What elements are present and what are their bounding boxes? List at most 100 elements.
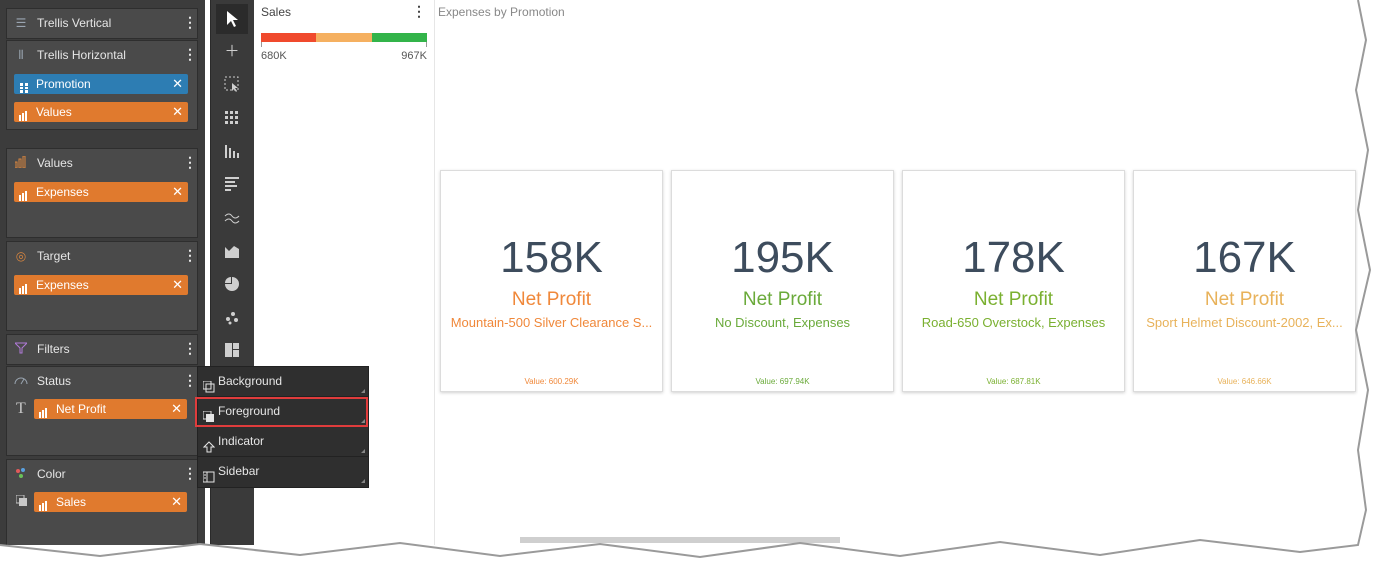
sidebar-icon bbox=[202, 465, 215, 483]
gauge-icon bbox=[14, 374, 28, 388]
kpi-card[interactable]: 158K Net Profit Mountain-500 Silver Clea… bbox=[440, 170, 663, 392]
line-chart-icon[interactable] bbox=[222, 210, 242, 230]
more-icon[interactable]: ⋮ bbox=[183, 153, 197, 171]
menu-item-label: Indicator bbox=[218, 434, 265, 448]
kpi-value: 178K bbox=[962, 233, 1065, 282]
values-zone[interactable]: Values ⋮ Expenses ✕ bbox=[6, 148, 198, 238]
measure-icon bbox=[39, 497, 49, 511]
status-style-menu: Background Foreground Indicator Sidebar bbox=[195, 366, 369, 488]
remove-icon[interactable]: ✕ bbox=[171, 492, 182, 512]
range-tick bbox=[261, 42, 262, 47]
menu-item-background[interactable]: Background bbox=[198, 367, 368, 397]
trellis-horizontal-title: Trellis Horizontal bbox=[37, 48, 126, 62]
net-profit-pill[interactable]: Net Profit ✕ bbox=[34, 399, 187, 419]
pointer-icon[interactable] bbox=[216, 4, 248, 34]
menu-item-label: Foreground bbox=[218, 404, 281, 418]
column-chart-icon[interactable] bbox=[222, 143, 242, 163]
pill-label: Values bbox=[36, 105, 72, 119]
horizontal-scrollbar[interactable] bbox=[520, 537, 840, 543]
more-icon[interactable]: ⋮ bbox=[183, 45, 197, 63]
color-zone[interactable]: Color ⋮ Sales ✕ bbox=[6, 459, 198, 545]
range-segment-low bbox=[261, 33, 316, 42]
kpi-subtitle: Mountain-500 Silver Clearance S... bbox=[450, 315, 653, 330]
trellis-vertical-icon: ☰ bbox=[15, 16, 27, 30]
app-window: ☰ Trellis Vertical ⋮ ⫴ Trellis Horizonta… bbox=[0, 0, 1358, 545]
kpi-footer: Value: 687.81K bbox=[986, 377, 1041, 386]
kpi-card[interactable]: 195K Net Profit No Discount, Expenses Va… bbox=[671, 170, 894, 392]
pill-label: Promotion bbox=[36, 77, 91, 91]
menu-item-sidebar[interactable]: Sidebar bbox=[198, 457, 368, 486]
values-pill[interactable]: Values ✕ bbox=[14, 102, 188, 122]
remove-icon[interactable]: ✕ bbox=[172, 102, 183, 122]
status-zone[interactable]: Status ⋮ T Net Profit ✕ bbox=[6, 366, 198, 456]
kpi-value: 158K bbox=[500, 233, 603, 282]
trellis-horizontal-icon: ⫴ bbox=[18, 48, 24, 62]
sales-title: Sales bbox=[261, 5, 292, 19]
submenu-corner-icon bbox=[361, 389, 365, 393]
more-icon[interactable]: ⋮ bbox=[183, 13, 197, 31]
target-icon: ◎ bbox=[15, 249, 27, 263]
kpi-footer: Value: 646.66K bbox=[1217, 377, 1272, 386]
kpi-footer: Value: 697.94K bbox=[755, 377, 810, 386]
filter-icon bbox=[13, 342, 29, 356]
measure-icon bbox=[19, 187, 29, 201]
more-icon[interactable]: ⋮ bbox=[412, 3, 426, 20]
kpi-subtitle: No Discount, Expenses bbox=[714, 315, 851, 330]
sales-pill[interactable]: Sales ✕ bbox=[34, 492, 187, 512]
pill-label: Expenses bbox=[36, 278, 89, 292]
measure-icon bbox=[19, 280, 29, 294]
chart-title: Expenses by Promotion bbox=[438, 5, 565, 19]
target-zone[interactable]: ◎ Target ⋮ Expenses ✕ bbox=[6, 241, 198, 331]
hierarchy-icon bbox=[19, 79, 29, 93]
kpi-card[interactable]: 178K Net Profit Road-650 Overstock, Expe… bbox=[902, 170, 1125, 392]
kpi-value: 195K bbox=[731, 233, 834, 282]
status-title: Status bbox=[37, 374, 72, 388]
pill-label: Sales bbox=[56, 495, 87, 509]
bar-chart-icon[interactable] bbox=[222, 176, 242, 196]
menu-item-foreground[interactable]: Foreground bbox=[195, 397, 368, 427]
range-segment-mid bbox=[316, 33, 372, 42]
scatter-icon[interactable] bbox=[222, 309, 242, 329]
pill-label: Expenses bbox=[36, 185, 89, 199]
submenu-corner-icon bbox=[361, 449, 365, 453]
more-icon[interactable]: ⋮ bbox=[183, 371, 197, 389]
palette-icon bbox=[14, 467, 28, 481]
menu-item-label: Background bbox=[218, 374, 283, 388]
filters-zone[interactable]: Filters ⋮ bbox=[6, 334, 198, 365]
range-min-label: 680K bbox=[261, 50, 287, 62]
more-icon[interactable]: ⋮ bbox=[183, 339, 197, 357]
grid-icon[interactable] bbox=[222, 110, 242, 130]
remove-icon[interactable]: ✕ bbox=[172, 182, 183, 202]
area-chart-icon[interactable] bbox=[222, 243, 242, 263]
trellis-horizontal-zone[interactable]: ⫴ Trellis Horizontal ⋮ Promotion ✕ Value… bbox=[6, 40, 198, 130]
kpi-value: 167K bbox=[1193, 233, 1296, 282]
range-max-label: 967K bbox=[401, 50, 427, 62]
layers-icon bbox=[15, 494, 28, 510]
menu-item-indicator[interactable]: Indicator bbox=[198, 427, 368, 457]
submenu-corner-icon bbox=[361, 479, 365, 483]
arrow-up-icon bbox=[202, 435, 216, 453]
target-title: Target bbox=[37, 249, 71, 263]
remove-icon[interactable]: ✕ bbox=[172, 74, 183, 94]
pie-chart-icon[interactable] bbox=[222, 276, 242, 296]
color-title: Color bbox=[37, 467, 66, 481]
expenses-pill[interactable]: Expenses ✕ bbox=[14, 182, 188, 202]
filters-title: Filters bbox=[37, 342, 70, 356]
promotion-pill[interactable]: Promotion ✕ bbox=[14, 74, 188, 94]
crosshair-icon[interactable]: ＋ bbox=[222, 42, 242, 62]
target-expenses-pill[interactable]: Expenses ✕ bbox=[14, 275, 188, 295]
more-icon[interactable]: ⋮ bbox=[183, 246, 197, 264]
range-segment-high bbox=[372, 33, 427, 42]
marquee-select-icon[interactable] bbox=[222, 76, 242, 96]
remove-icon[interactable]: ✕ bbox=[172, 275, 183, 295]
range-tick bbox=[426, 42, 427, 47]
text-icon: T bbox=[16, 400, 26, 417]
trellis-vertical-zone[interactable]: ☰ Trellis Vertical ⋮ bbox=[6, 8, 198, 39]
kpi-label: Net Profit bbox=[742, 289, 823, 310]
measure-icon bbox=[19, 107, 29, 121]
values-title: Values bbox=[37, 156, 73, 170]
remove-icon[interactable]: ✕ bbox=[171, 399, 182, 419]
treemap-icon[interactable] bbox=[222, 342, 242, 362]
kpi-card[interactable]: 167K Net Profit Sport Helmet Discount-20… bbox=[1133, 170, 1356, 392]
more-icon[interactable]: ⋮ bbox=[183, 464, 197, 482]
